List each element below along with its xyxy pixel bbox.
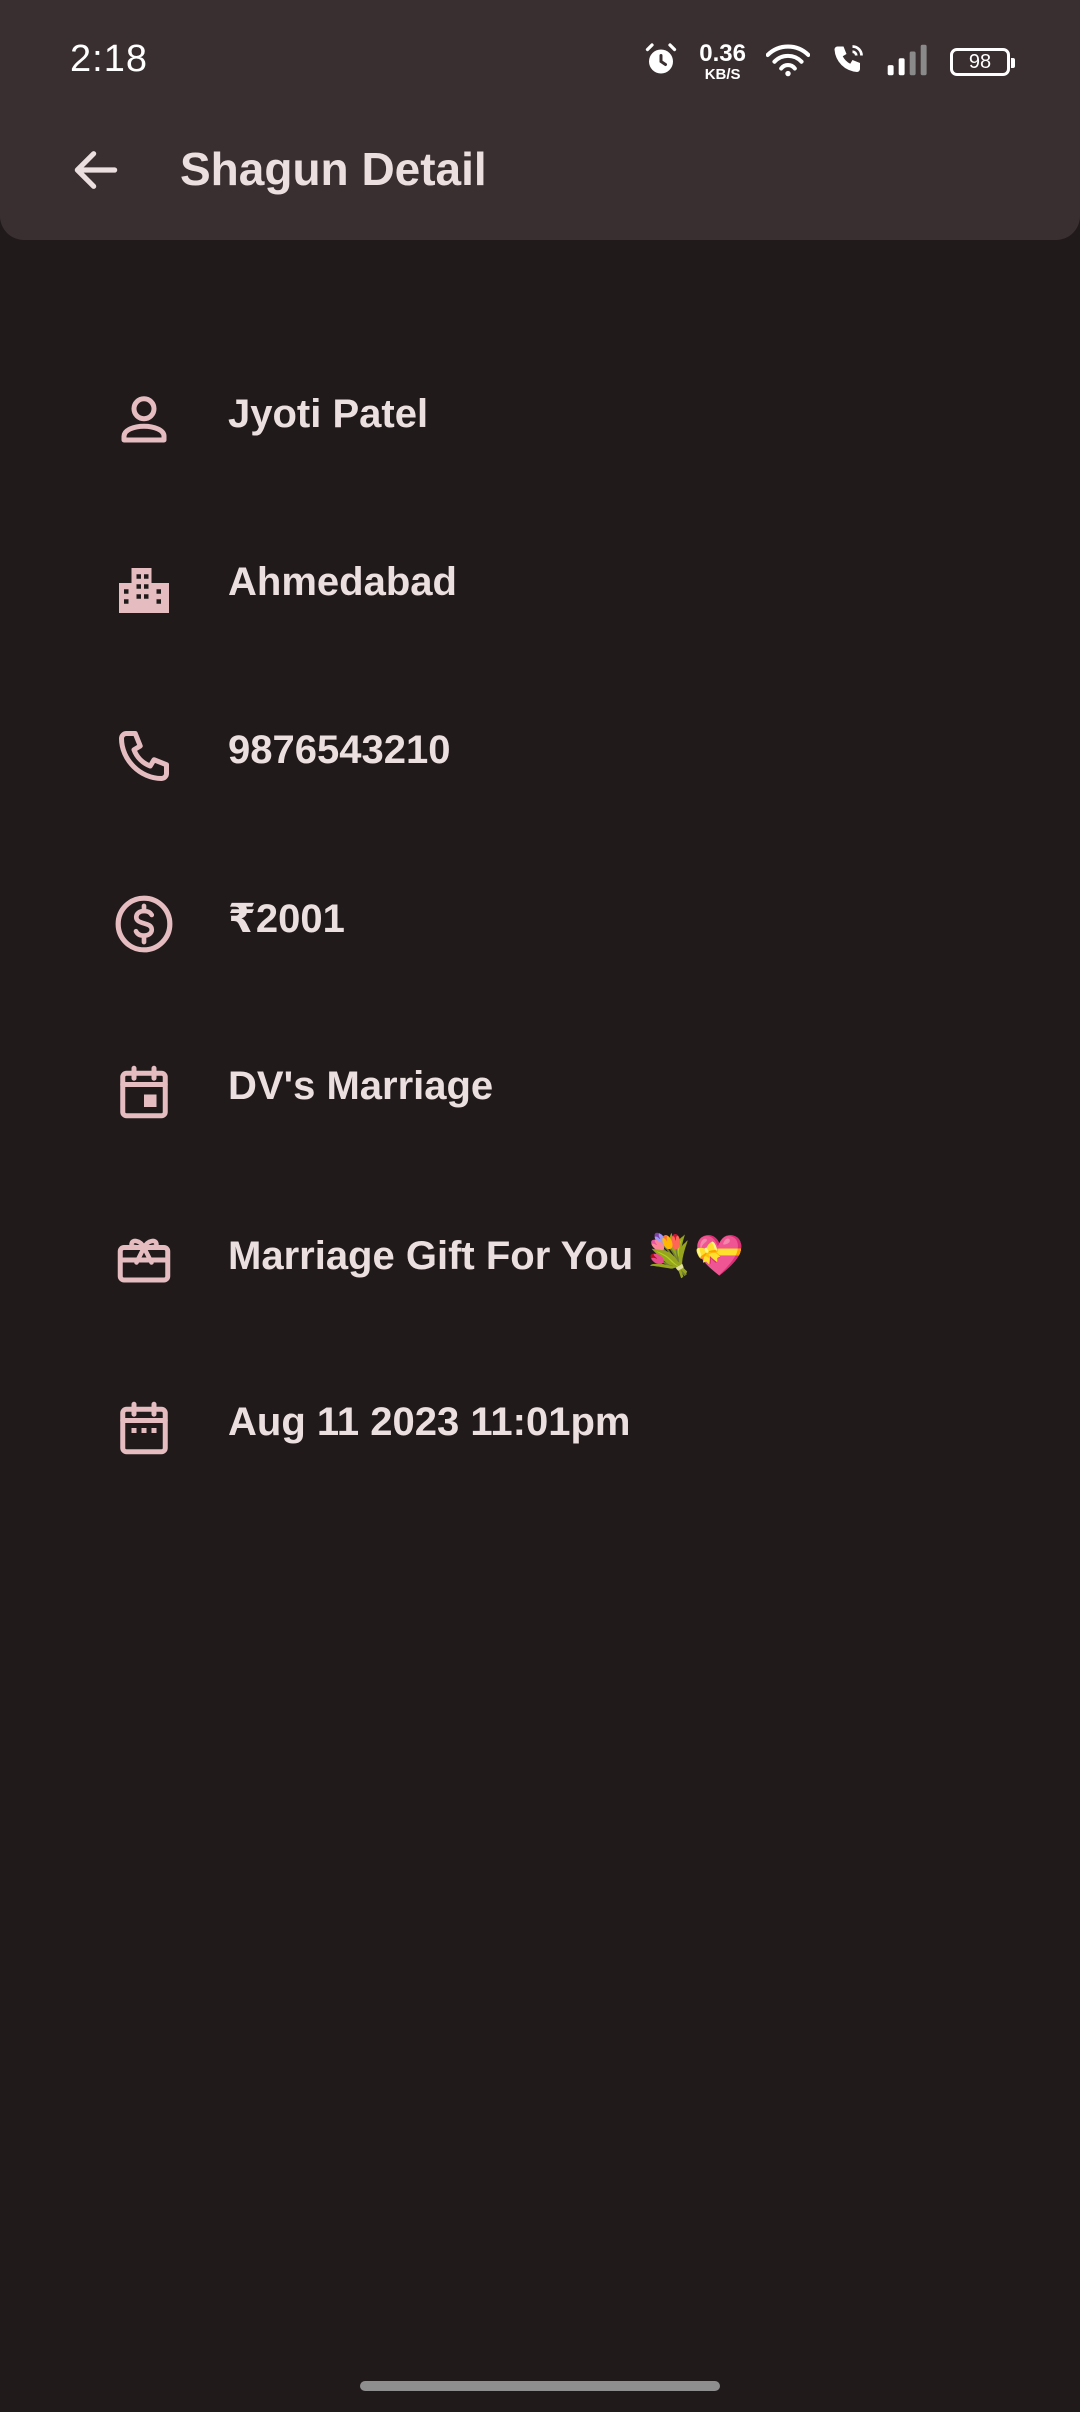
detail-message: Marriage Gift For You 💐💝 [228, 1234, 744, 1278]
network-speed-value: 0.36 [699, 40, 746, 67]
detail-row-phone: 9876543210 [0, 666, 1080, 834]
app-bar: 2:18 0.36 KB/S 98 Shagun Detail [0, 0, 1080, 240]
network-speed: 0.36 KB/S [699, 40, 746, 83]
detail-row-name: Jyoti Patel [0, 330, 1080, 498]
wifi-icon [765, 42, 811, 83]
detail-date: Aug 11 2023 11:01pm [228, 1400, 631, 1444]
detail-row-city: Ahmedabad [0, 498, 1080, 666]
back-button[interactable] [60, 136, 132, 208]
detail-name: Jyoti Patel [228, 392, 429, 436]
detail-amount: ₹2001 [228, 897, 345, 941]
status-bar: 2:18 0.36 KB/S 98 [0, 0, 1080, 120]
person-icon [108, 384, 180, 456]
phone-icon [108, 720, 180, 792]
signal-icon [886, 43, 930, 82]
wifi-call-icon [830, 42, 866, 83]
toolbar: Shagun Detail [0, 120, 1080, 220]
detail-city: Ahmedabad [228, 560, 457, 604]
detail-event: DV's Marriage [228, 1064, 494, 1108]
city-icon [108, 552, 180, 624]
page-title: Shagun Detail [180, 143, 487, 195]
status-icons: 0.36 KB/S 98 [643, 40, 1015, 84]
detail-row-date: Aug 11 2023 11:01pm [0, 1338, 1080, 1506]
calendar-icon [108, 1392, 180, 1464]
detail-row-amount: ₹2001 [0, 834, 1080, 1002]
home-indicator[interactable] [360, 2381, 720, 2391]
status-time: 2:18 [70, 38, 148, 80]
battery-indicator: 98 [950, 48, 1015, 76]
detail-row-message: Marriage Gift For You 💐💝 [0, 1170, 1080, 1338]
arrow-back-icon [68, 142, 124, 203]
network-speed-unit: KB/S [704, 66, 741, 83]
battery-level: 98 [968, 51, 992, 73]
detail-phone: 9876543210 [228, 728, 451, 772]
gift-card-icon [108, 1224, 180, 1296]
event-icon [108, 1056, 180, 1128]
alarm-icon [643, 42, 679, 83]
detail-row-event: DV's Marriage [0, 1002, 1080, 1170]
currency-icon [108, 888, 180, 960]
